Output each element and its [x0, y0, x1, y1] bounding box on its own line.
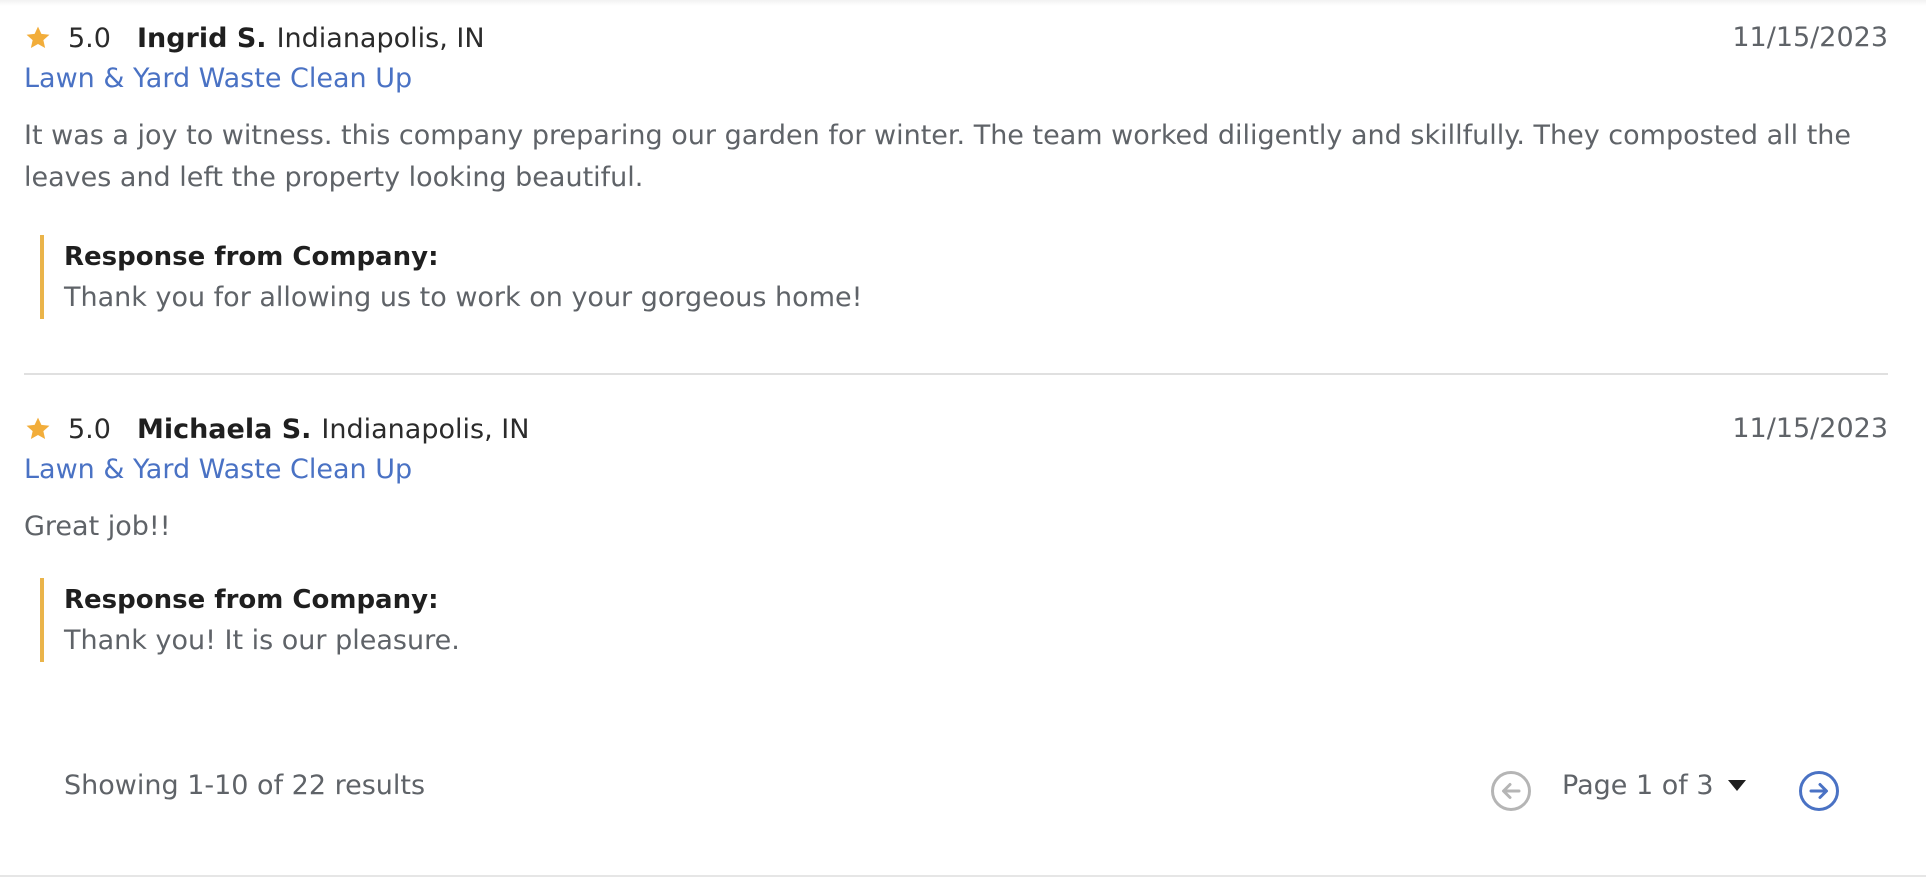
- review-header: 5.0 Michaela S. Indianapolis, IN 11/15/2…: [24, 409, 1888, 449]
- rating-value: 5.0: [68, 22, 111, 54]
- arrow-right-circle-icon[interactable]: [1798, 770, 1840, 812]
- reviewer-name: Michaela S.: [136, 413, 312, 445]
- review-header: 5.0 Ingrid S. Indianapolis, IN 11/15/202…: [24, 18, 1888, 58]
- review-date: 11/15/2023: [1732, 413, 1888, 444]
- reviewer-location: Indianapolis, IN: [321, 413, 530, 445]
- response-text: Thank you for allowing us to work on you…: [64, 282, 863, 313]
- response-title: Response from Company:: [64, 242, 439, 272]
- company-response: Response from Company: Thank you for all…: [40, 235, 1888, 319]
- service-link[interactable]: Lawn & Yard Waste Clean Up: [24, 450, 1888, 490]
- pagination: Showing 1-10 of 22 results Page 1 of 3: [0, 760, 1926, 820]
- rating-value: 5.0: [68, 413, 111, 445]
- company-response: Response from Company: Thank you! It is …: [40, 578, 1888, 662]
- review-text: It was a joy to witness. this company pr…: [24, 120, 1852, 193]
- page-select[interactable]: Page 1 of 3: [1562, 770, 1746, 801]
- review-text: Great job!!: [24, 511, 171, 542]
- review-item: 5.0 Ingrid S. Indianapolis, IN 11/15/202…: [24, 0, 1888, 319]
- service-link[interactable]: Lawn & Yard Waste Clean Up: [24, 59, 1888, 99]
- reviewer-name: Ingrid S.: [136, 22, 267, 54]
- reviewer-location: Indianapolis, IN: [276, 22, 485, 54]
- star-icon: [26, 26, 50, 49]
- page-label: Page 1 of 3: [1562, 770, 1714, 801]
- response-title: Response from Company:: [64, 585, 439, 615]
- response-text: Thank you! It is our pleasure.: [64, 625, 460, 656]
- reviews-list: 5.0 Ingrid S. Indianapolis, IN 11/15/202…: [24, 0, 1888, 662]
- caret-down-icon: [1727, 780, 1746, 791]
- results-count: Showing 1-10 of 22 results: [64, 770, 426, 801]
- arrow-left-circle-icon[interactable]: [1490, 770, 1532, 812]
- star-icon: [26, 417, 50, 440]
- review-date: 11/15/2023: [1732, 22, 1888, 53]
- review-item: 5.0 Michaela S. Indianapolis, IN 11/15/2…: [24, 375, 1888, 662]
